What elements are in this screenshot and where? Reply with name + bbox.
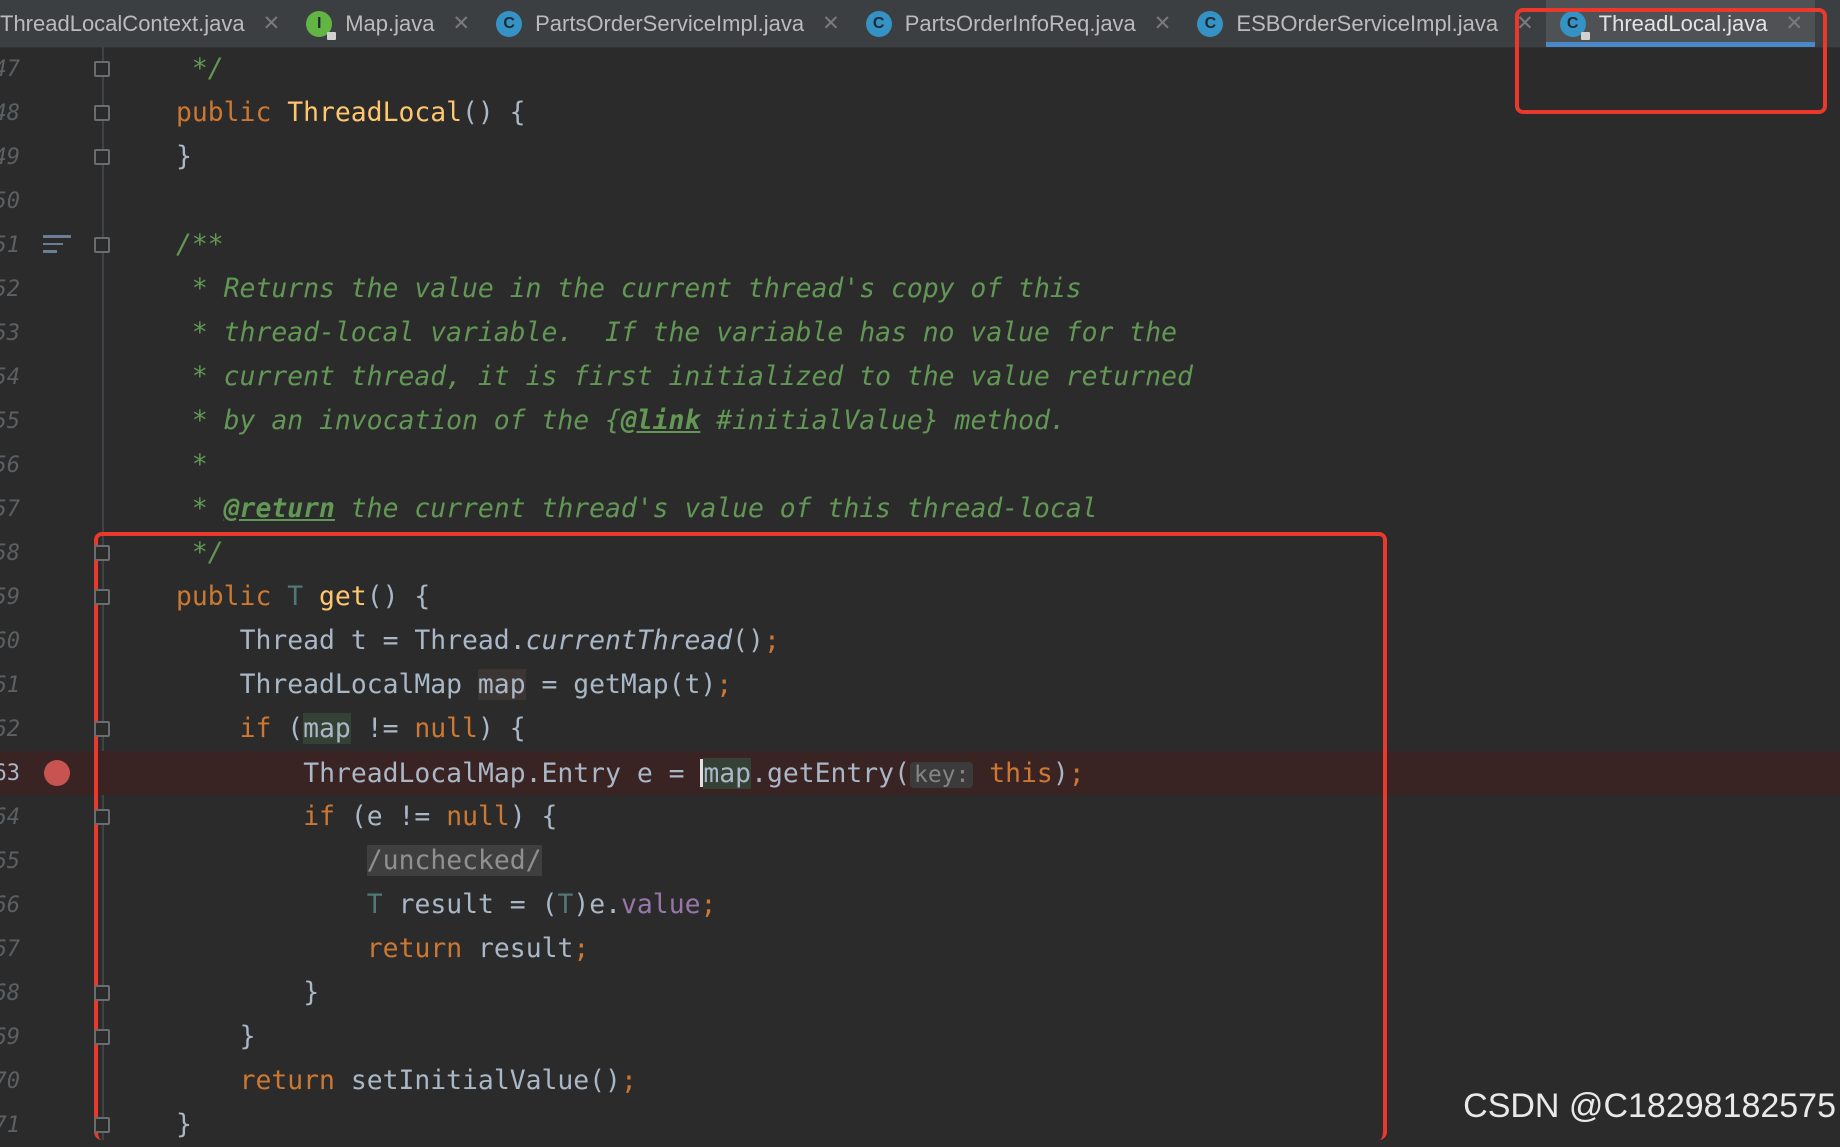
fold-marker-icon[interactable]	[94, 589, 110, 605]
fold-marker-icon[interactable]	[94, 721, 110, 737]
fold-marker-icon[interactable]	[94, 105, 110, 121]
fold-marker-icon[interactable]	[94, 1117, 110, 1133]
tab-label: Map.java	[345, 10, 435, 36]
tab-3[interactable]: C PartsOrderInfoReq.java ✕	[852, 0, 1184, 47]
code-token: * current thread, it is first initialize…	[191, 361, 1193, 392]
tab-1[interactable]: I Map.java ✕	[292, 0, 482, 47]
code-line[interactable]: 52 * Returns the value in the current thr…	[0, 267, 1840, 311]
breakpoint-icon[interactable]	[44, 760, 70, 786]
highlight-box-active-tab	[1515, 8, 1827, 114]
line-number: 59	[0, 585, 20, 610]
code-text: /**	[176, 231, 224, 259]
doc-render-icon[interactable]	[43, 235, 71, 258]
line-number: 49	[0, 145, 20, 170]
fold-marker-icon[interactable]	[94, 237, 110, 253]
close-icon[interactable]: ✕	[822, 11, 840, 36]
class-file-icon: C	[865, 10, 892, 37]
lock-icon	[327, 31, 337, 40]
watermark: CSDN @C18298182575	[1463, 1087, 1836, 1125]
code-line[interactable]: 55 * by an invocation of the {@link #init…	[0, 399, 1840, 443]
line-number: 63	[0, 761, 20, 786]
line-number: 48	[0, 101, 20, 126]
code-token: * thread-local variable. If the variable…	[191, 317, 1177, 348]
code-line[interactable]: 57 * @return the current thread's value o…	[0, 487, 1840, 531]
code-token: @link	[620, 405, 701, 436]
line-number: 57	[0, 497, 20, 522]
code-text: public ThreadLocal() {	[176, 99, 526, 127]
code-text: */	[192, 55, 224, 83]
line-number: 53	[0, 321, 20, 346]
class-file-icon: C	[496, 10, 523, 37]
line-number: 66	[0, 893, 20, 918]
line-number: 55	[0, 409, 20, 434]
code-line[interactable]: 50	[0, 179, 1840, 223]
code-token: the current thread's value of this threa…	[334, 493, 1098, 524]
fold-marker-icon[interactable]	[94, 545, 110, 561]
line-number: 50	[0, 189, 20, 214]
line-number: 69	[0, 1025, 20, 1050]
code-token: @return	[223, 493, 335, 524]
code-token: }	[176, 141, 192, 172]
line-number: 70	[0, 1069, 20, 1094]
code-token: public	[176, 97, 288, 128]
code-token: /**	[176, 229, 224, 260]
line-number: 67	[0, 937, 20, 962]
code-line[interactable]: 49}	[0, 135, 1840, 179]
fold-marker-icon[interactable]	[94, 61, 110, 77]
fold-marker-icon[interactable]	[94, 149, 110, 165]
fold-marker-icon[interactable]	[94, 1029, 110, 1045]
tab-label: PartsOrderInfoReq.java	[904, 10, 1136, 36]
code-line[interactable]: 51 /**	[0, 223, 1840, 267]
tab-label: ESBOrderServiceImpl.java	[1236, 10, 1499, 36]
code-text: * by an invocation of the {@link #initia…	[192, 407, 1066, 435]
class-file-icon: C	[1197, 10, 1224, 37]
line-number: 60	[0, 629, 20, 654]
close-icon[interactable]: ✕	[1154, 11, 1172, 36]
line-number: 68	[0, 981, 20, 1006]
code-token: *	[191, 493, 224, 524]
fold-marker-icon[interactable]	[94, 809, 110, 825]
tab-0[interactable]: ThreadLocalContext.java ✕	[0, 0, 292, 47]
code-token: * Returns the value in the current threa…	[191, 273, 1082, 304]
code-token: () {	[462, 97, 526, 128]
code-line[interactable]: 53 * thread-local variable. If the variab…	[0, 311, 1840, 355]
tab-4[interactable]: C ESBOrderServiceImpl.java ✕	[1183, 0, 1545, 47]
line-number: 58	[0, 541, 20, 566]
tab-2[interactable]: C PartsOrderServiceImpl.java ✕	[482, 0, 852, 47]
code-token: ThreadLocal	[287, 97, 463, 128]
tab-label: PartsOrderServiceImpl.java	[535, 10, 805, 36]
highlight-box-get-method	[94, 532, 1387, 1140]
line-number: 47	[0, 57, 20, 82]
code-token: #initialValue} method.	[700, 405, 1066, 436]
line-number: 52	[0, 277, 20, 302]
close-icon[interactable]: ✕	[452, 11, 470, 36]
interface-file-icon: I	[306, 10, 337, 40]
line-number: 51	[0, 233, 20, 258]
tab-label: ThreadLocalContext.java	[0, 10, 245, 36]
line-number: 65	[0, 849, 20, 874]
code-text: *	[192, 451, 208, 479]
code-text: }	[176, 143, 192, 171]
fold-marker-icon[interactable]	[94, 985, 110, 1001]
code-line[interactable]: 54 * current thread, it is first initiali…	[0, 355, 1840, 399]
code-token: *	[191, 449, 208, 480]
code-text: * Returns the value in the current threa…	[192, 275, 1082, 303]
code-text: * thread-local variable. If the variable…	[192, 319, 1177, 347]
line-number: 61	[0, 673, 20, 698]
line-number: 62	[0, 717, 20, 742]
code-token: */	[191, 53, 224, 84]
line-number: 64	[0, 805, 20, 830]
code-line[interactable]: 56 *	[0, 443, 1840, 487]
line-number: 56	[0, 453, 20, 478]
line-number: 54	[0, 365, 20, 390]
code-text: * current thread, it is first initialize…	[192, 363, 1193, 391]
close-icon[interactable]: ✕	[263, 11, 281, 36]
line-number: 71	[0, 1113, 20, 1138]
code-text: * @return the current thread's value of …	[192, 495, 1098, 523]
code-token: * by an invocation of the {	[191, 405, 621, 436]
